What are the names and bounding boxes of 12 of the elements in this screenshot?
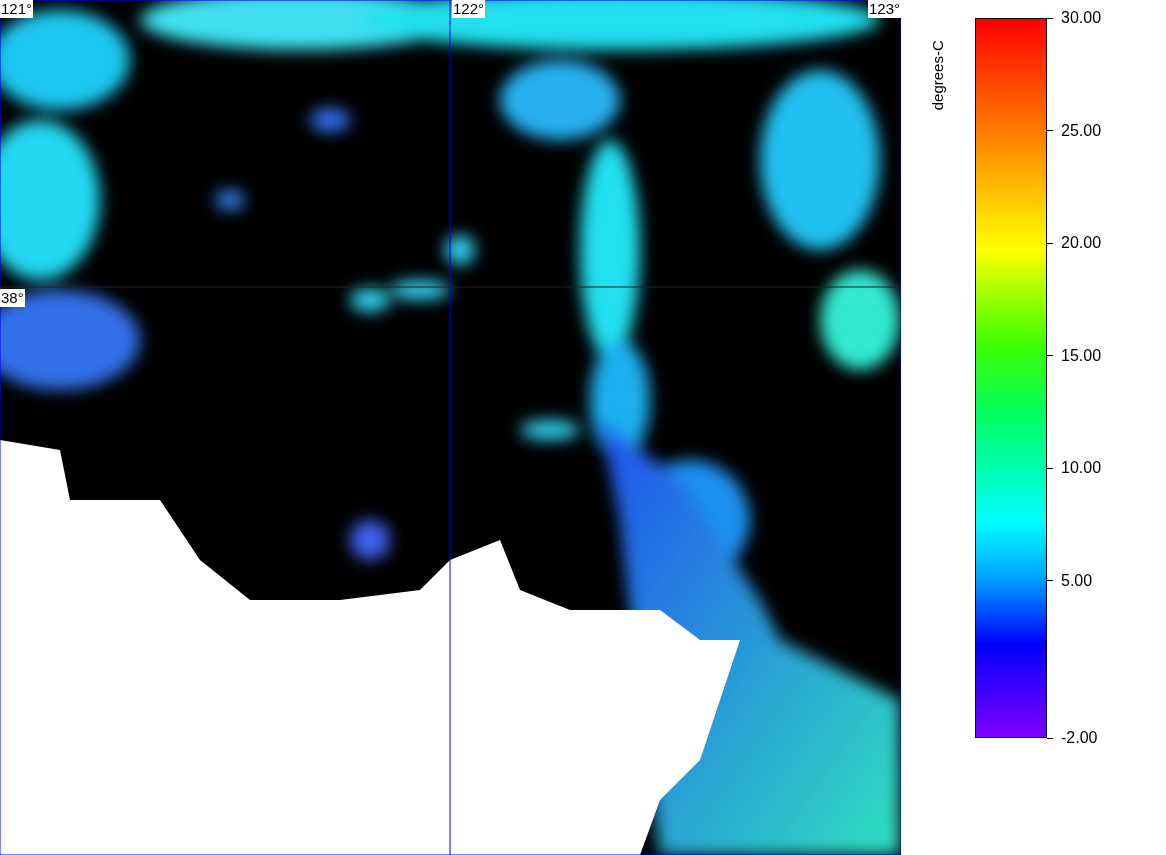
colorbar-tick-label: 10.00 — [1061, 458, 1102, 478]
longitude-label: 121° — [0, 0, 34, 18]
colorbar-tick-label: 30.00 — [1061, 8, 1102, 28]
longitude-label: 123° — [867, 0, 901, 18]
colorbar-tick-label: 20.00 — [1061, 233, 1102, 253]
latitude-label: 38° — [0, 289, 25, 307]
longitude-label: 122° — [452, 0, 486, 18]
colorbar-tick-label: 25.00 — [1061, 120, 1102, 141]
colorbar-tick-label: 15.00 — [1061, 345, 1102, 366]
colorbar-tick-label: 5.00 — [1061, 570, 1093, 591]
colorbar-tick-label: -2.00 — [1061, 728, 1098, 748]
colorbar-title: degrees-C — [927, 40, 947, 111]
